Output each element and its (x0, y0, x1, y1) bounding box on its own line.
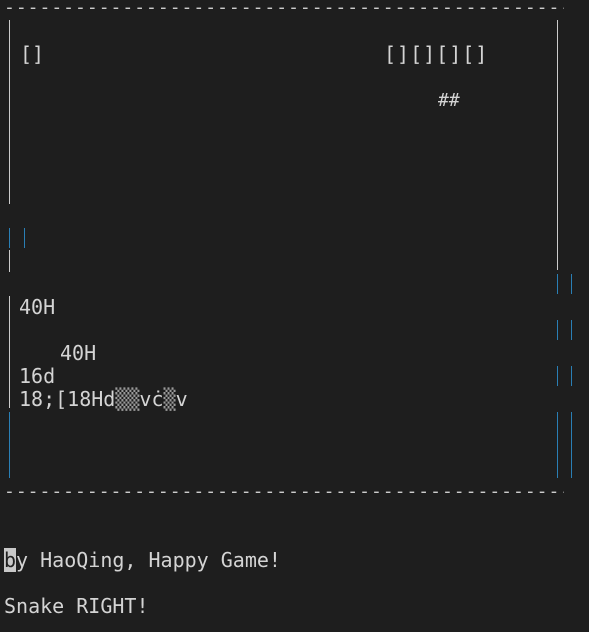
garbage-suffix: v (175, 387, 188, 411)
board-left-border-blue-2 (24, 228, 25, 248)
garbage-text-1: 40H (19, 295, 56, 319)
board-right-border-blue-4 (571, 320, 572, 340)
garbage-shade-2: ▒ (163, 387, 176, 411)
board-right-border-blue-8 (571, 412, 572, 478)
board-left-border-3 (9, 296, 10, 408)
board-left-border-blue (9, 228, 10, 248)
garbage-text-4: 18;[18Hd▒▒vċ▒v (19, 388, 188, 411)
credit-text: y HaoQing, Happy Game! (16, 548, 281, 572)
board-right-border-blue (557, 274, 558, 294)
board-right-border-blue-5 (557, 366, 558, 386)
board-left-border-blue-3 (9, 412, 10, 478)
status-line: Snake RIGHT! (4, 594, 149, 618)
board-bottom-border: ----------------------------------------… (4, 481, 564, 502)
terminal-window: ----------------------------------------… (0, 0, 589, 632)
snake-body: [][][][] (384, 42, 489, 66)
board-left-border (9, 20, 10, 204)
board-right-border-blue-3 (557, 320, 558, 340)
food-block: [] (20, 42, 45, 66)
garbage-shade-1: ▒▒ (115, 387, 140, 411)
board-right-border-blue-6 (571, 366, 572, 386)
board-right-border-blue-2 (571, 274, 572, 294)
garbage-text-2: 40H (60, 341, 97, 365)
garbage-prefix: 18;[18Hd (19, 387, 116, 411)
board-right-border-blue-7 (557, 412, 558, 478)
board-top-border: ----------------------------------------… (4, 0, 564, 18)
credit-line: by HaoQing, Happy Game! (4, 548, 281, 572)
garbage-mid: vċ (139, 387, 164, 411)
snake-head: ## (438, 90, 460, 111)
board-left-border-2 (9, 250, 10, 272)
terminal-cursor: b (4, 548, 17, 572)
garbage-text-3: 16d (19, 364, 56, 388)
board-right-border (557, 20, 558, 270)
